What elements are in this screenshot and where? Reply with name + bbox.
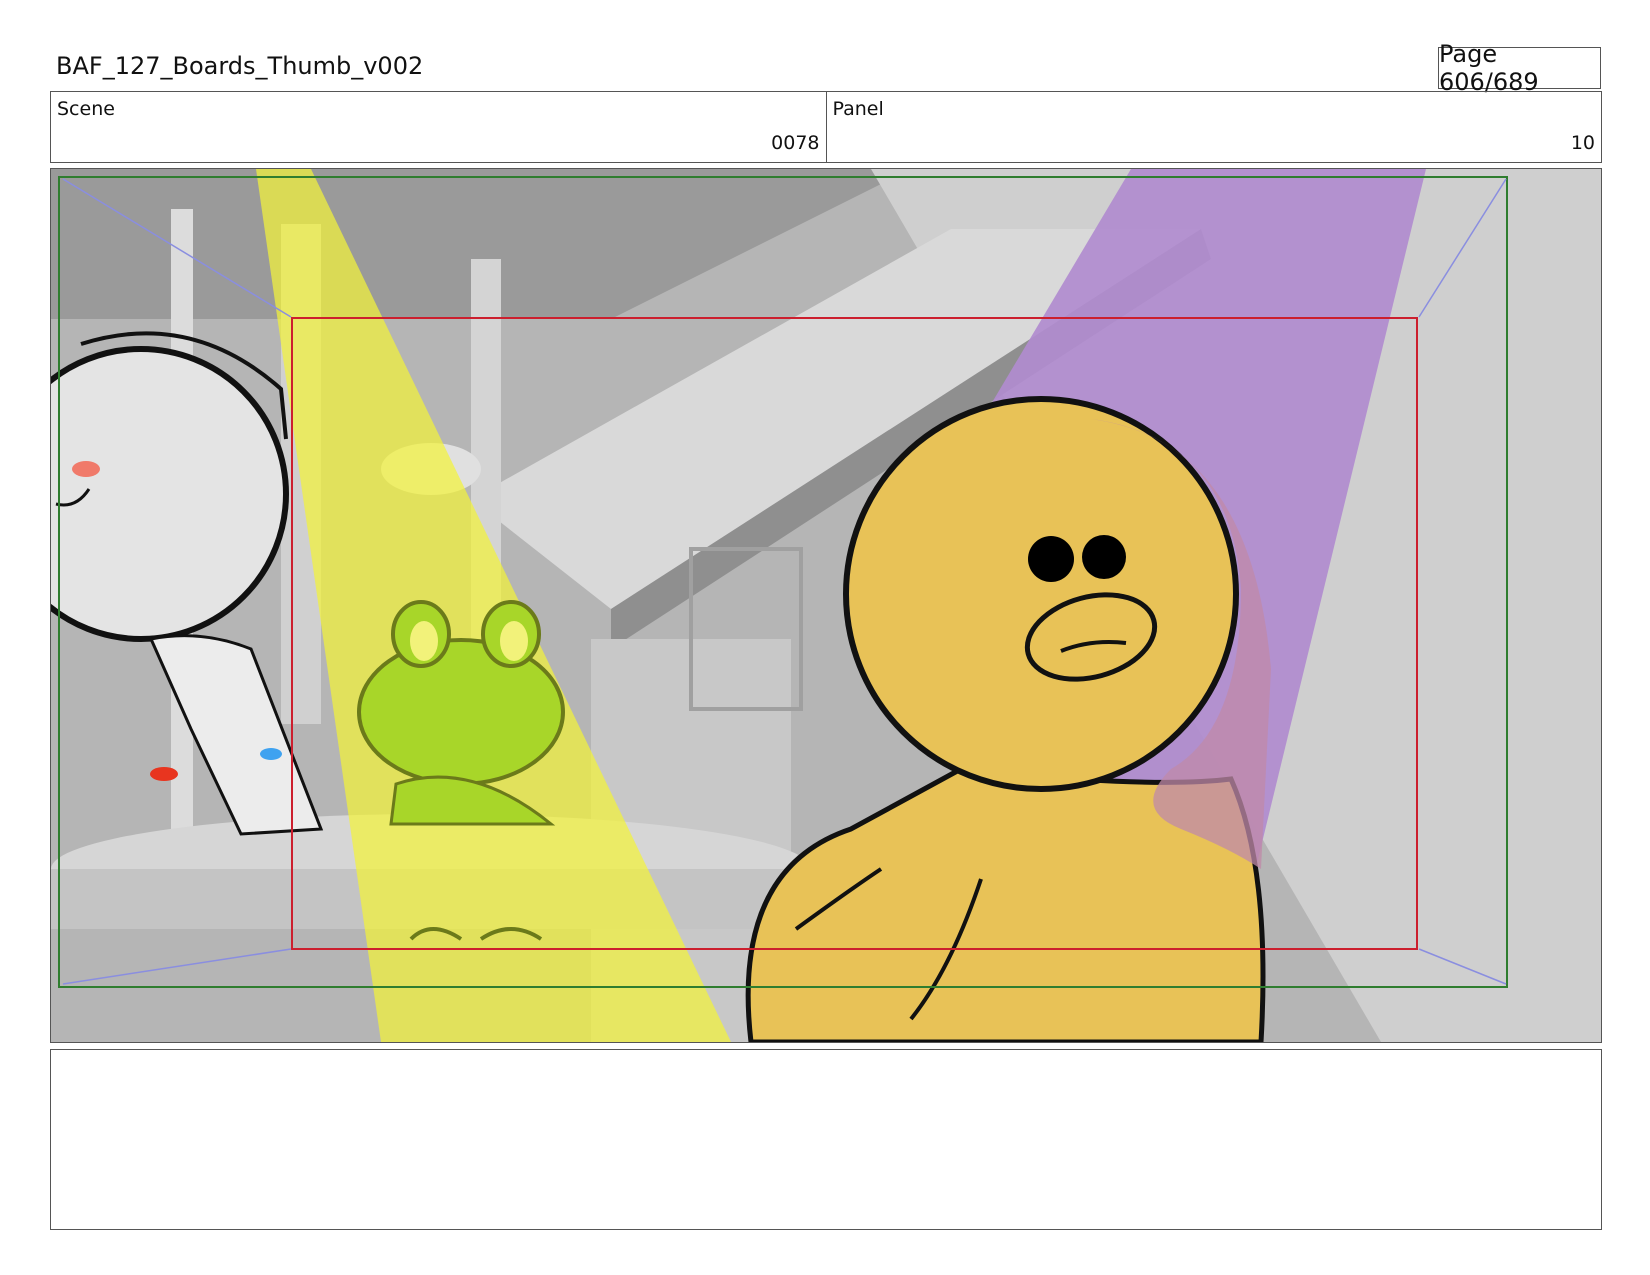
frog-head <box>357 638 565 786</box>
panel-number: 10 <box>1570 132 1595 154</box>
scene-number: 0078 <box>771 132 820 154</box>
panel-label: Panel <box>832 98 884 120</box>
storyboard-panel <box>50 168 1602 1043</box>
blue-paint-spot <box>260 748 282 760</box>
page-indicator: Page 606/689 <box>1438 40 1601 96</box>
duck-head <box>843 396 1239 792</box>
document-title: BAF_127_Boards_Thumb_v002 <box>56 52 424 80</box>
panel-notes-box <box>50 1049 1602 1230</box>
red-paint-spot <box>150 767 178 781</box>
frog-pupil-right <box>500 621 528 661</box>
duck-eye-left <box>1028 536 1074 582</box>
storyboard-drawing <box>51 169 1601 1042</box>
duck-eye-right <box>1082 535 1126 579</box>
scene-cell: Scene 0078 <box>51 92 826 162</box>
panel-cell: Panel 10 <box>825 92 1602 162</box>
scene-label: Scene <box>57 98 115 120</box>
kid-blush <box>72 461 100 477</box>
frog-pupil-left <box>410 621 438 661</box>
scene-panel-info: Scene 0078 Panel 10 <box>50 91 1602 163</box>
